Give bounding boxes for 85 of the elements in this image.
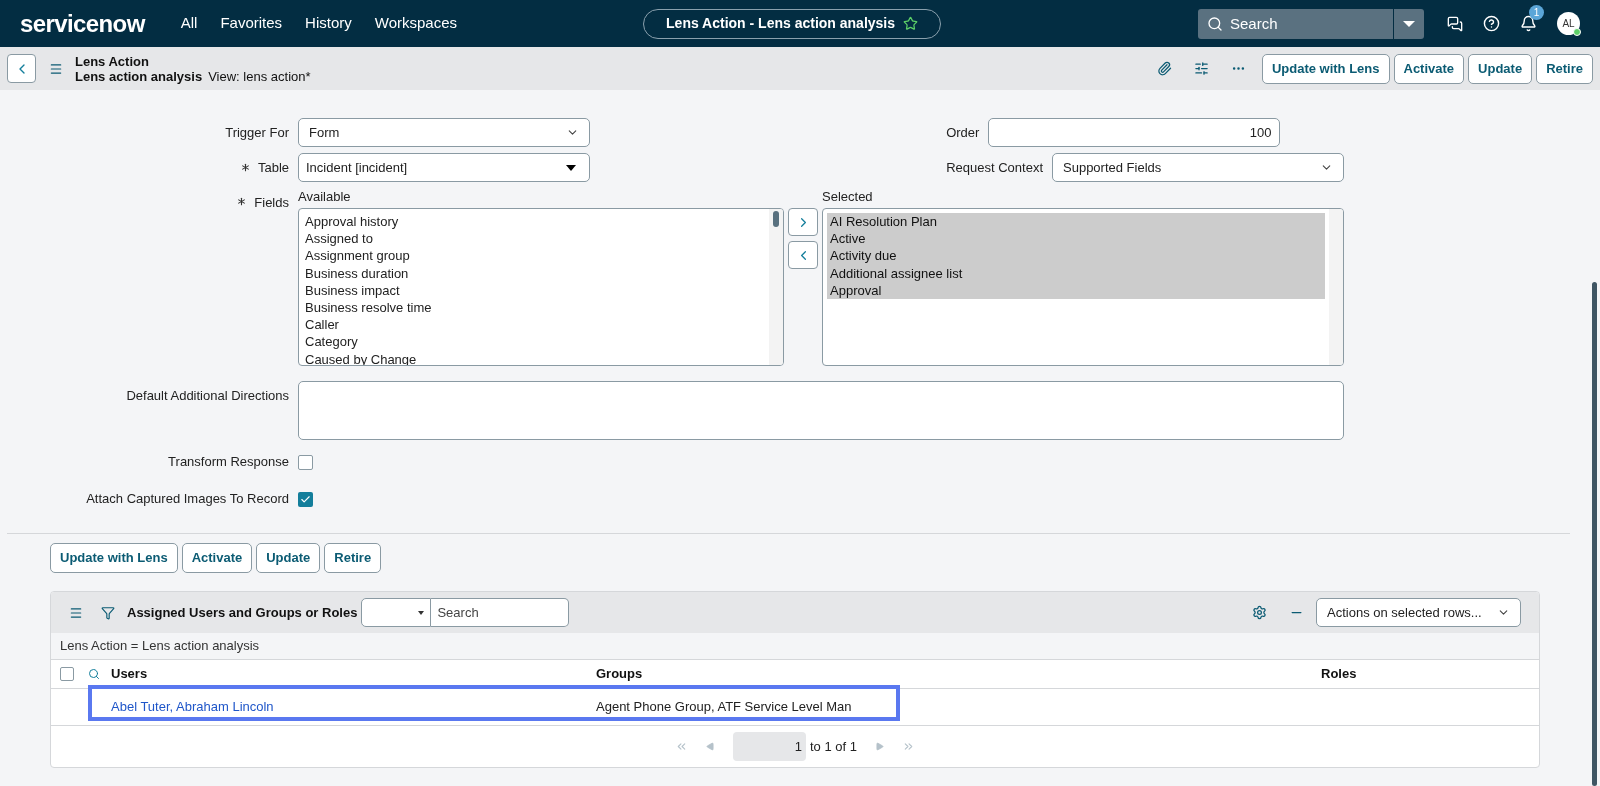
search-scope-dropdown[interactable] [1393,8,1424,39]
caret-icon [1403,20,1415,27]
header-action-button[interactable]: Update [1468,53,1533,84]
list-option[interactable]: Assignment group [302,247,766,265]
record-name: Lens action analysis [75,68,203,84]
move-left-button[interactable] [788,241,818,269]
request-context-select[interactable]: Supported Fields [1052,153,1344,182]
caret-icon [418,610,425,615]
move-right-button[interactable] [788,208,818,236]
user-avatar[interactable]: AL [1557,12,1580,35]
list-option[interactable]: Category [302,333,766,351]
column-header[interactable]: Groups [596,664,1321,684]
field-label: Trigger For [225,123,289,142]
directions-text-area[interactable] [298,381,1344,440]
header-action-button[interactable]: Retire [1536,53,1593,84]
order-input-field[interactable]: 100 [988,118,1281,147]
scrollbar-track[interactable] [1329,209,1343,365]
field-label: Transform Response [168,453,289,472]
list-option[interactable]: Assigned to [302,230,766,248]
field-label: Default Additional Directions [126,387,289,405]
field-label: Attach Captured Images To Record [86,490,289,509]
list-option[interactable]: Business resolve time [302,299,766,317]
view-label: View: lens action* [208,68,311,84]
page-range: to 1 of 1 [810,737,857,756]
online-status-icon [1573,28,1581,36]
header-action-button[interactable]: Update with Lens [1261,53,1390,84]
list-option[interactable]: Caller [302,316,766,334]
settings-icon[interactable] [1252,605,1267,620]
table-cell-text: Agent Phone Group, ATF Service Level Man [596,698,852,717]
nav-menu-item[interactable]: All [180,12,198,35]
checkbox[interactable] [298,491,313,507]
search-icon[interactable] [88,668,100,680]
user-link[interactable]: Abel Tuter, Abraham Lincoln [111,697,596,717]
list-heading: Selected [822,189,874,206]
column-header[interactable]: Roles [1321,664,1357,684]
filter-breadcrumb[interactable]: Lens Action = Lens action analysis [60,636,260,656]
field-label: Fields [254,194,289,212]
back-button[interactable] [7,54,36,83]
search-icon [1207,15,1223,32]
scrollbar[interactable] [769,209,783,365]
nav-menu-item[interactable]: Workspaces [374,12,458,35]
attachment-icon[interactable] [1156,61,1172,76]
list-heading: Available [298,189,352,206]
help-icon[interactable] [1483,15,1500,32]
search-column-select[interactable] [361,598,432,627]
list-option[interactable]: Business duration [302,264,766,282]
list-option[interactable]: Active [827,230,1325,248]
page-scrollbar[interactable] [1592,282,1597,786]
trigger-for-select[interactable]: Form [298,118,590,147]
check-icon [300,493,311,505]
search-field[interactable]: Search [431,598,570,627]
filter-icon[interactable] [101,605,115,620]
list-option[interactable]: AI Resolution Plan [827,213,1325,231]
list-option[interactable]: Business impact [302,281,766,299]
form-action-button[interactable]: Update with Lens [50,543,178,573]
list-option[interactable]: Approval history [302,213,766,231]
settings-sliders-icon[interactable] [1193,61,1209,76]
select-all-checkbox[interactable] [60,667,74,681]
notification-badge: 1 [1529,5,1544,20]
column-header[interactable]: Users [111,664,596,684]
selected-fields-list[interactable]: AI Resolution Plan Active Activity due Additional assignee list Approval [822,208,1344,366]
form-action-button[interactable]: Activate [181,543,253,573]
chat-icon[interactable] [1447,15,1463,32]
checkbox[interactable] [298,454,313,470]
favorite-star-icon[interactable] [903,16,919,31]
actions-select[interactable]: Actions on selected rows... [1316,598,1521,627]
field-label: Table [257,158,289,177]
related-list-title: Assigned Users and Groups or Roles [127,603,358,622]
global-search-field[interactable]: Search [1198,8,1393,39]
form-action-button[interactable]: Update [256,543,321,573]
page-input-field[interactable]: 1 [733,732,806,761]
field-label: Request Context [946,158,1043,177]
notification-icon[interactable] [1520,15,1537,32]
header-action-button[interactable]: Activate [1393,53,1465,84]
form-action-button[interactable]: Retire [324,543,382,573]
table-reference-select[interactable]: Incident [incident] [298,153,590,182]
form-table-name: Lens Action [75,53,150,69]
logo[interactable]: servicenow [20,5,145,42]
nav-menu-item[interactable]: History [305,12,352,35]
caret-icon [566,164,576,171]
menu-icon[interactable] [69,605,83,620]
nav-menu-item[interactable]: Favorites [220,12,283,35]
menu-icon[interactable] [49,61,63,76]
field-label: Order [946,123,980,142]
list-option[interactable]: Activity due [827,247,1325,265]
